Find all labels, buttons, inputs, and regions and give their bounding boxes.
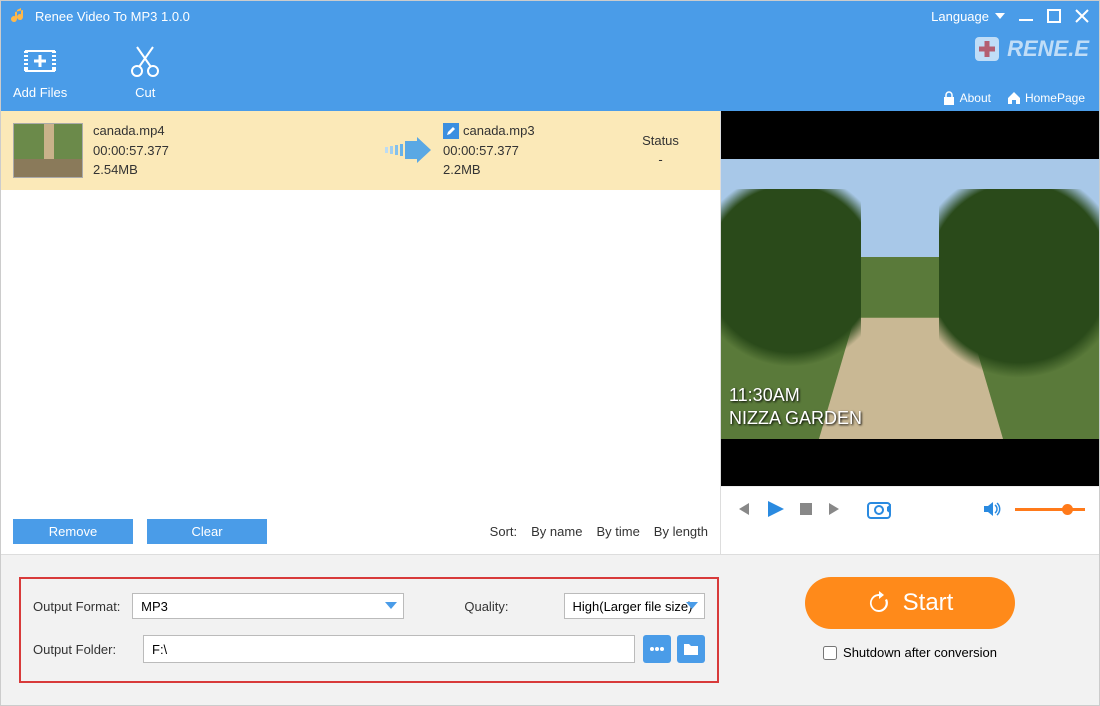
sort-by-length[interactable]: By length — [654, 524, 708, 539]
shutdown-checkbox-row[interactable]: Shutdown after conversion — [823, 645, 997, 660]
start-button[interactable]: Start — [805, 577, 1015, 629]
file-list: canada.mp4 00:00:57.377 2.54MB can — [1, 111, 720, 509]
language-selector[interactable]: Language — [931, 9, 1005, 24]
snapshot-icon[interactable] — [867, 499, 893, 519]
cut-button[interactable]: Cut — [127, 43, 163, 100]
toolbar: Add Files Cut RENE.E About HomePage — [1, 31, 1099, 111]
status-value: - — [613, 150, 708, 170]
file-row[interactable]: canada.mp4 00:00:57.377 2.54MB can — [1, 111, 720, 190]
quality-label: Quality: — [464, 599, 563, 614]
app-icon — [11, 8, 27, 24]
volume-icon[interactable] — [983, 501, 1001, 517]
brand-logo: RENE.E — [973, 35, 1089, 63]
remove-button[interactable]: Remove — [13, 519, 133, 544]
output-folder-label: Output Folder: — [33, 642, 143, 657]
brand-cross-icon — [973, 35, 1001, 63]
prev-icon[interactable] — [735, 501, 751, 517]
output-folder-input[interactable]: F:\ — [143, 635, 635, 663]
shutdown-checkbox[interactable] — [823, 646, 837, 660]
browse-folder-button[interactable] — [677, 635, 705, 663]
source-duration: 00:00:57.377 — [93, 141, 373, 161]
quality-dropdown[interactable]: High(Larger file size) — [564, 593, 706, 619]
language-label: Language — [931, 9, 989, 24]
output-folder-value: F:\ — [152, 642, 167, 657]
folder-icon — [683, 642, 699, 656]
next-icon[interactable] — [827, 501, 843, 517]
edit-icon[interactable] — [443, 123, 459, 139]
volume-slider[interactable] — [1015, 508, 1085, 511]
brand-text: RENE.E — [1007, 36, 1089, 62]
output-format-dropdown[interactable]: MP3 — [132, 593, 404, 619]
conversion-arrow — [373, 137, 443, 163]
source-info: canada.mp4 00:00:57.377 2.54MB — [93, 121, 373, 180]
player-controls — [721, 486, 1099, 531]
destination-duration: 00:00:57.377 — [443, 141, 613, 161]
preview-frame: 11:30AM NIZZA GARDEN — [721, 159, 1099, 439]
clear-button[interactable]: Clear — [147, 519, 267, 544]
main-area: canada.mp4 00:00:57.377 2.54MB can — [1, 111, 1099, 554]
output-format-label: Output Format: — [33, 599, 132, 614]
play-icon[interactable] — [765, 499, 785, 519]
add-files-label: Add Files — [13, 85, 67, 100]
file-list-pane: canada.mp4 00:00:57.377 2.54MB can — [1, 111, 721, 554]
sort-by-name[interactable]: By name — [531, 524, 582, 539]
homepage-link[interactable]: HomePage — [1007, 91, 1085, 105]
preview-time-overlay: 11:30AM — [729, 384, 862, 407]
minimize-icon[interactable] — [1019, 9, 1033, 23]
file-thumbnail — [13, 123, 83, 178]
app-title: Renee Video To MP3 1.0.0 — [35, 9, 931, 24]
destination-filename: canada.mp3 — [463, 121, 535, 141]
video-preview[interactable]: 11:30AM NIZZA GARDEN — [721, 111, 1099, 486]
app-window: Renee Video To MP3 1.0.0 Language Add Fi… — [0, 0, 1100, 706]
start-button-label: Start — [903, 589, 954, 617]
chevron-down-icon — [686, 602, 698, 610]
list-controls: Remove Clear Sort: By name By time By le… — [1, 509, 720, 554]
chevron-down-icon — [995, 13, 1005, 19]
status-column: Status - — [613, 131, 708, 170]
add-files-icon — [22, 43, 58, 79]
titlebar: Renee Video To MP3 1.0.0 Language — [1, 1, 1099, 31]
preview-pane: 11:30AM NIZZA GARDEN — [721, 111, 1099, 554]
arrow-icon — [383, 137, 433, 163]
start-area: Start Shutdown after conversion — [739, 577, 1081, 660]
output-settings-box: Output Format: MP3 Quality: High(Larger … — [19, 577, 719, 683]
output-format-value: MP3 — [141, 599, 168, 614]
sort-label: Sort: — [490, 524, 517, 539]
preview-location-overlay: NIZZA GARDEN — [729, 407, 862, 430]
quality-value: High(Larger file size) — [573, 599, 693, 614]
close-icon[interactable] — [1075, 9, 1089, 23]
cut-icon — [127, 43, 163, 79]
ellipsis-icon — [649, 646, 665, 652]
more-options-button[interactable] — [643, 635, 671, 663]
lock-icon — [942, 91, 956, 105]
status-header: Status — [613, 131, 708, 151]
shutdown-label: Shutdown after conversion — [843, 645, 997, 660]
cut-label: Cut — [135, 85, 155, 100]
output-section: Output Format: MP3 Quality: High(Larger … — [1, 554, 1099, 705]
refresh-icon — [867, 591, 891, 615]
source-size: 2.54MB — [93, 160, 373, 180]
add-files-button[interactable]: Add Files — [13, 43, 67, 100]
sort-by-time[interactable]: By time — [596, 524, 639, 539]
maximize-icon[interactable] — [1047, 9, 1061, 23]
destination-info: canada.mp3 00:00:57.377 2.2MB — [443, 121, 613, 180]
chevron-down-icon — [385, 602, 397, 610]
source-filename: canada.mp4 — [93, 121, 373, 141]
about-link[interactable]: About — [942, 91, 991, 105]
destination-size: 2.2MB — [443, 160, 613, 180]
stop-icon[interactable] — [799, 502, 813, 516]
home-icon — [1007, 91, 1021, 105]
